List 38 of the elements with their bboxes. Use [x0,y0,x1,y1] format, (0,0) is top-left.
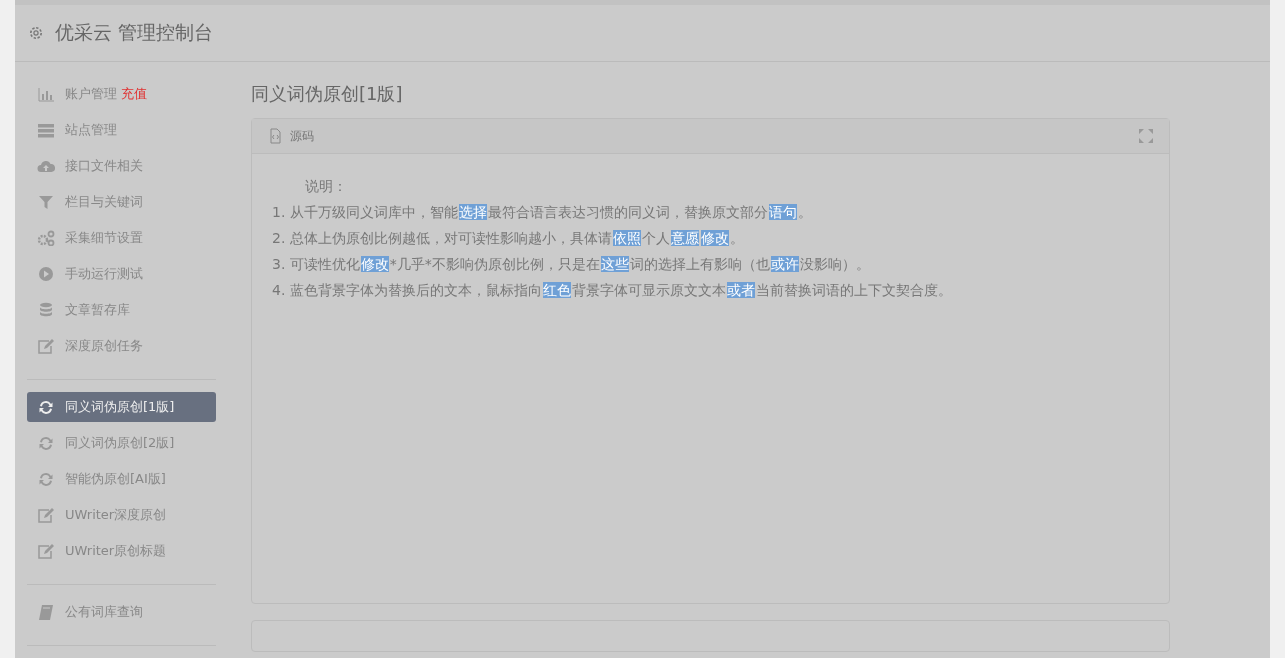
edit-icon [37,507,55,523]
refresh-icon [37,435,55,451]
menu-item[interactable]: UWriter深度原创 [27,500,216,530]
gear-icon [27,25,45,41]
instruction-line: 4. 蓝色背景字体为替换后的文本，鼠标指向 红色背景字体可显示原文文本或者当前替换词语的上下文契合度。 [272,282,953,300]
chart-icon [37,86,55,102]
instruction-line: 2. 总体上伪原创比例越低，对可读性影响越小，具体请依照个人意愿修改。 [272,230,745,248]
cloud-upload-icon [37,158,55,174]
menu-item[interactable]: 采集细节设置 [27,223,216,253]
instructions-heading: 说明： [304,178,348,196]
book-icon [37,604,55,620]
instruction-line: 3. 可读性优化修改*几乎*不影响伪原创比例，只是在这些词的选择上有影响（也或许没影响）。 [272,256,871,274]
menu-item[interactable]: 公有词库查询 [27,597,216,627]
database-icon [37,302,55,318]
menu-item[interactable]: 栏目与关键词 [27,187,216,217]
fullscreen-icon[interactable] [1137,128,1155,144]
menu-item[interactable]: 账户管理 充值 [27,79,216,109]
menu-item[interactable]: 文章暂存库 [27,295,216,325]
menu-item[interactable]: 同义词伪原创[2版] [27,428,216,458]
menu-item[interactable]: 站点管理 [27,115,216,145]
refresh-icon [37,399,55,415]
panel-title: 源码 [290,127,314,145]
edit-icon [37,543,55,559]
app-title: 优采云 管理控制台 [55,20,214,45]
filter-icon [37,194,55,210]
instruction-line: 1. 从千万级同义词库中，智能选择最符合语言表达习惯的同义词，替换原文部分语句。 [272,204,813,222]
menu-item[interactable]: 接口文件相关 [27,151,216,181]
page-title: 同义词伪原创[1版] [251,82,404,106]
server-icon [37,122,55,138]
menu-item[interactable]: UWriter原创标题 [27,536,216,566]
menu-item[interactable]: 深度原创任务 [27,331,216,361]
refresh-icon [37,471,55,487]
edit-icon [37,338,55,354]
menu-item[interactable]: 同义词伪原创[1版] [27,392,216,422]
gears-icon [37,230,55,246]
menu-item[interactable]: 智能伪原创[AI版] [27,464,216,494]
play-icon [37,266,55,282]
menu-item[interactable]: 手动运行测试 [27,259,216,289]
